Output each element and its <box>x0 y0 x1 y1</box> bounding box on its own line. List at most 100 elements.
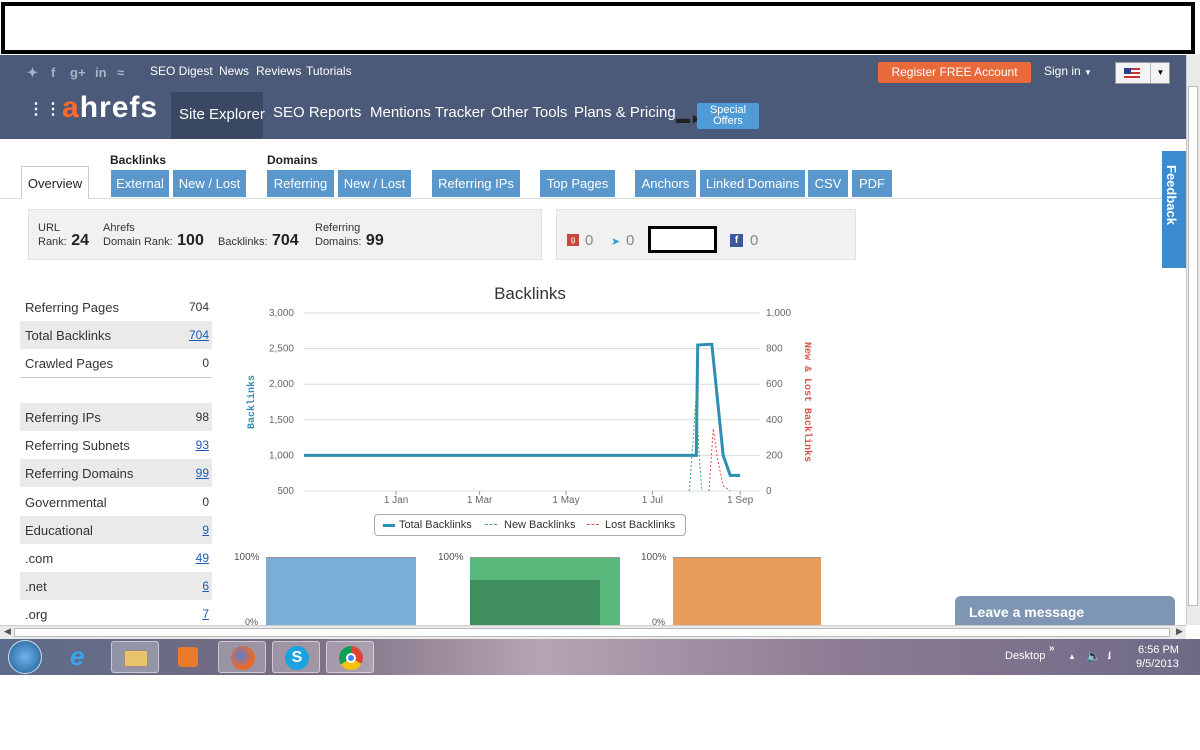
domain-rank-label: Domain Rank: <box>103 236 173 248</box>
linkedin-icon[interactable]: in <box>95 65 107 80</box>
legend-total: Total Backlinks <box>399 519 472 531</box>
backlinks-label: Backlinks: <box>218 236 268 248</box>
list-item: .com 49 <box>20 544 212 572</box>
top-link-seo-digest[interactable]: SEO Digest <box>150 64 213 78</box>
clock-date[interactable]: 9/5/2013 <box>1136 658 1179 670</box>
y-tick-label: 2,000 <box>269 379 294 390</box>
list-value-link[interactable]: 7 <box>202 607 209 621</box>
list-value-link[interactable]: 99 <box>196 466 209 480</box>
tab-csv[interactable]: CSV <box>808 170 848 197</box>
twitter-count: 0 <box>626 232 635 249</box>
tab-pdf[interactable]: PDF <box>852 170 892 197</box>
list-item: Referring Pages 704 <box>20 293 212 321</box>
horizontal-scrollbar[interactable]: ◀ ▶ <box>0 625 1186 639</box>
logo-grid-icon: ⋮⋮ <box>28 101 62 119</box>
mini-chart-bar <box>266 557 416 625</box>
list-value-link[interactable]: 9 <box>202 523 209 537</box>
media-player-icon[interactable] <box>164 641 212 673</box>
sign-in-link[interactable]: Sign in ▼ <box>1044 64 1092 78</box>
y2-tick-label: 600 <box>766 379 783 390</box>
logo-accent: a <box>62 91 80 124</box>
mini-chart-label: 100% <box>641 552 667 563</box>
domain-rank-value: 100 <box>177 232 204 249</box>
tab-linked-domains[interactable]: Linked Domains <box>700 170 805 197</box>
nav-mentions-tracker[interactable]: Mentions Tracker <box>370 104 485 126</box>
y2-tick-label: 200 <box>766 450 783 461</box>
mini-chart-label: 0% <box>652 617 666 625</box>
ahrefs-logo[interactable]: ⋮⋮ahrefs <box>28 91 158 125</box>
y-tick-label: 3,000 <box>269 308 294 319</box>
list-item: Crawled Pages 0 <box>20 349 212 377</box>
list-value-link[interactable]: 704 <box>189 328 209 342</box>
facebook-share-icon: f <box>730 234 743 247</box>
list-value-link[interactable]: 6 <box>202 579 209 593</box>
chrome-icon[interactable] <box>326 641 374 673</box>
firefox-icon[interactable] <box>218 641 266 673</box>
x-tick-label: 1 Jul <box>642 495 663 506</box>
facebook-icon[interactable]: f <box>51 65 55 80</box>
feedback-label: Feedback <box>1164 165 1179 225</box>
tab-referring-ips[interactable]: Referring IPs <box>432 170 520 197</box>
list-value: 704 <box>188 300 209 314</box>
list-item: .net 6 <box>20 572 212 600</box>
list-label: Referring IPs <box>25 410 101 425</box>
tray-arrow-icon[interactable]: ▲ <box>1068 652 1076 661</box>
internet-explorer-icon[interactable]: e <box>58 641 106 673</box>
top-link-reviews[interactable]: Reviews <box>256 64 301 78</box>
backlinks-chart: 3,000 2,500 2,000 1,500 1,000 500 1,000 800 600 4… <box>246 308 813 506</box>
nav-seo-reports[interactable]: SEO Reports <box>273 104 361 126</box>
twitter-icon[interactable]: ✦ <box>27 65 38 81</box>
desktop-toolbar-label[interactable]: Desktop <box>1005 650 1045 662</box>
list-label: .net <box>25 579 47 594</box>
y-tick-label: 1,000 <box>269 450 294 461</box>
divider <box>20 377 212 378</box>
scroll-left-icon[interactable]: ◀ <box>4 626 11 637</box>
scroll-right-icon[interactable]: ▶ <box>1176 626 1183 637</box>
list-label: Referring Pages <box>25 300 119 315</box>
tab-anchors[interactable]: Anchors <box>635 170 696 197</box>
list-item: Governmental 0 <box>20 488 212 516</box>
facebook-count: 0 <box>750 232 759 249</box>
x-tick-label: 1 Sep <box>727 495 754 506</box>
skype-icon[interactable]: S <box>272 641 320 673</box>
nav-site-explorer[interactable]: Site Explorer <box>171 92 265 139</box>
list-value-link[interactable]: 93 <box>196 438 209 452</box>
top-link-news[interactable]: News <box>219 64 249 78</box>
leave-message-button[interactable]: Leave a message <box>955 596 1175 626</box>
start-button[interactable] <box>8 640 42 674</box>
tab-backlinks-new-lost[interactable]: New / Lost <box>173 170 246 197</box>
nav-other-tools[interactable]: Other Tools <box>491 104 567 126</box>
volume-icon[interactable]: 🔈 <box>1086 649 1101 663</box>
series-line-lost <box>708 428 731 492</box>
network-signal-icon[interactable]: .ıll <box>1107 651 1111 662</box>
url-rank-label: Rank: <box>38 236 67 248</box>
x-tick-label: 1 Mar <box>467 495 493 506</box>
tab-top-pages[interactable]: Top Pages <box>540 170 615 197</box>
special-offers-button[interactable]: Special Offers <box>697 103 759 129</box>
file-explorer-icon[interactable] <box>111 641 159 673</box>
clock-time[interactable]: 6:56 PM <box>1138 644 1179 656</box>
tab-domains-new-lost[interactable]: New / Lost <box>338 170 411 197</box>
list-label: .org <box>25 607 48 622</box>
chevron-right-icon[interactable]: » <box>1049 643 1055 654</box>
language-select[interactable]: ▼ <box>1115 62 1170 84</box>
sign-in-label: Sign in <box>1044 64 1081 78</box>
list-value-link[interactable]: 49 <box>196 551 209 565</box>
scrollbar-thumb[interactable] <box>1188 86 1198 606</box>
feedback-button[interactable]: Feedback <box>1162 151 1186 268</box>
hscroll-thumb[interactable] <box>14 628 1170 637</box>
y2-tick-label: 1,000 <box>766 308 791 319</box>
googleplus-icon[interactable]: g+ <box>70 65 86 80</box>
mini-chart-area <box>470 557 620 626</box>
list-label: Crawled Pages <box>25 356 114 371</box>
list-item: Referring Domains 99 <box>20 459 212 487</box>
ie-glyph: e <box>70 641 85 671</box>
register-button[interactable]: Register FREE Account <box>878 62 1031 83</box>
top-link-tutorials[interactable]: Tutorials <box>306 64 352 78</box>
mini-chart-label: 0% <box>245 617 259 625</box>
tab-referring[interactable]: Referring <box>267 170 334 197</box>
tab-external[interactable]: External <box>111 170 169 197</box>
rss-icon[interactable]: ≈ <box>117 65 124 80</box>
tab-overview[interactable]: Overview <box>21 166 89 199</box>
nav-plans-pricing[interactable]: Plans & Pricing <box>574 104 676 126</box>
